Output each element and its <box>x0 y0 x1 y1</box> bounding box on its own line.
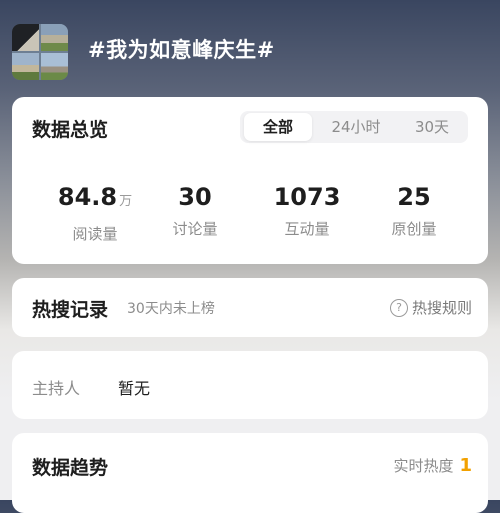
stat-value: 1073 <box>273 183 341 211</box>
host-label: 主持人 <box>32 379 81 398</box>
topic-title: #我为如意峰庆生# <box>88 38 275 62</box>
hot-search-rules-link[interactable]: ? 热搜规则 <box>389 297 472 318</box>
time-range-tabs: 全部 24小时 30天 <box>240 111 468 143</box>
stat-value: 30 <box>178 183 212 211</box>
overview-title: 数据总览 <box>32 119 109 141</box>
host-value: 暂无 <box>118 379 151 398</box>
stat-original-count: 25 原创量 <box>359 182 469 239</box>
tab-24-hours[interactable]: 24小时 <box>320 111 392 143</box>
tab-all[interactable]: 全部 <box>244 113 312 141</box>
topic-header: #我为如意峰庆生# <box>0 0 500 95</box>
hot-search-status: 30天内未上榜 <box>127 301 215 317</box>
stat-label: 原创量 <box>391 220 437 238</box>
hot-search-rules-label: 热搜规则 <box>411 299 472 317</box>
host-card: 主持人 暂无 <box>12 351 488 419</box>
stat-label: 阅读量 <box>72 225 118 243</box>
stat-label: 讨论量 <box>172 220 218 238</box>
data-overview-card: 数据总览 全部 24小时 30天 84.8 万 阅读量 30 讨论量 1073 互… <box>12 97 488 264</box>
tab-30-days[interactable]: 30天 <box>400 111 464 143</box>
data-trend-card: 数据趋势 实时热度 1 <box>12 433 488 513</box>
hot-search-title: 热搜记录 <box>32 299 109 321</box>
stat-interaction-count: 1073 互动量 <box>252 182 362 239</box>
realtime-heat-value: 1 <box>459 455 472 476</box>
help-circle-icon: ? <box>389 298 408 317</box>
topic-thumbnail[interactable] <box>12 24 68 80</box>
stat-unit: 万 <box>119 194 133 209</box>
stat-label: 互动量 <box>284 220 330 238</box>
stat-value: 84.8 <box>57 183 118 211</box>
trend-title: 数据趋势 <box>32 457 109 479</box>
hot-search-card: 热搜记录 30天内未上榜 ? 热搜规则 <box>12 278 488 337</box>
stat-discussion-count: 30 讨论量 <box>140 182 250 239</box>
stat-value: 25 <box>397 183 431 211</box>
realtime-heat: 实时热度 1 <box>393 455 472 476</box>
realtime-heat-label: 实时热度 <box>393 457 454 475</box>
stat-read-count: 84.8 万 阅读量 <box>40 182 150 244</box>
